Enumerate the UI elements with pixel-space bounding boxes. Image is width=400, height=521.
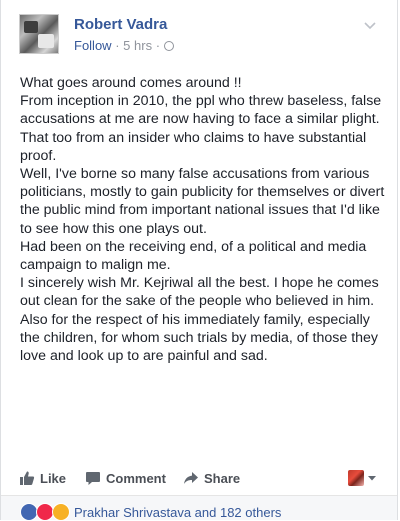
like-label: Like [40, 470, 67, 486]
post-header: Robert Vadra Follow · 5 hrs · [19, 14, 383, 56]
meta-separator: · [115, 38, 120, 53]
action-bar: Like Comment Share [19, 470, 377, 490]
post-meta: Follow · 5 hrs · [74, 38, 174, 53]
sad-reaction-icon [52, 503, 70, 521]
post-paragraph: Had been on the receiving end, of a poli… [20, 238, 367, 274]
reactions-bar: Prakhar Shrivastava and 182 others [1, 496, 397, 521]
post-paragraph: Also for the respect of his immediately … [20, 311, 379, 365]
reactions-text[interactable]: Prakhar Shrivastava and 182 others [74, 505, 281, 520]
share-label: Share [204, 470, 241, 486]
reactions-summary[interactable]: Prakhar Shrivastava and 182 others [20, 503, 281, 521]
comment-button[interactable]: Comment [85, 470, 166, 486]
post-body: What goes around comes around !! From in… [20, 74, 390, 365]
follow-link[interactable]: Follow [74, 38, 112, 53]
author-name[interactable]: Robert Vadra [74, 16, 167, 33]
thumbs-up-icon [20, 471, 35, 485]
chevron-down-icon[interactable] [363, 18, 377, 32]
author-avatar[interactable] [19, 14, 59, 54]
comment-label: Comment [106, 470, 166, 486]
post-card: Robert Vadra Follow · 5 hrs · What goes … [0, 0, 398, 521]
globe-icon [163, 41, 174, 51]
post-time[interactable]: 5 hrs [123, 38, 152, 53]
comment-icon [86, 472, 100, 485]
viewer-avatar [348, 470, 364, 486]
post-as-selector[interactable] [348, 470, 377, 486]
post-paragraph: I sincerely wish Mr. Kejriwal all the be… [20, 275, 379, 310]
meta-separator-2: · [155, 38, 161, 53]
like-button[interactable]: Like [19, 470, 66, 486]
caret-down-icon [368, 476, 376, 481]
post-paragraph: From inception in 2010, the ppl who thre… [20, 93, 382, 164]
share-icon [184, 472, 198, 484]
post-paragraph: Well, I've borne so many false accusatio… [20, 166, 385, 237]
share-button[interactable]: Share [183, 470, 240, 486]
post-paragraph: What goes around comes around !! [20, 75, 242, 91]
